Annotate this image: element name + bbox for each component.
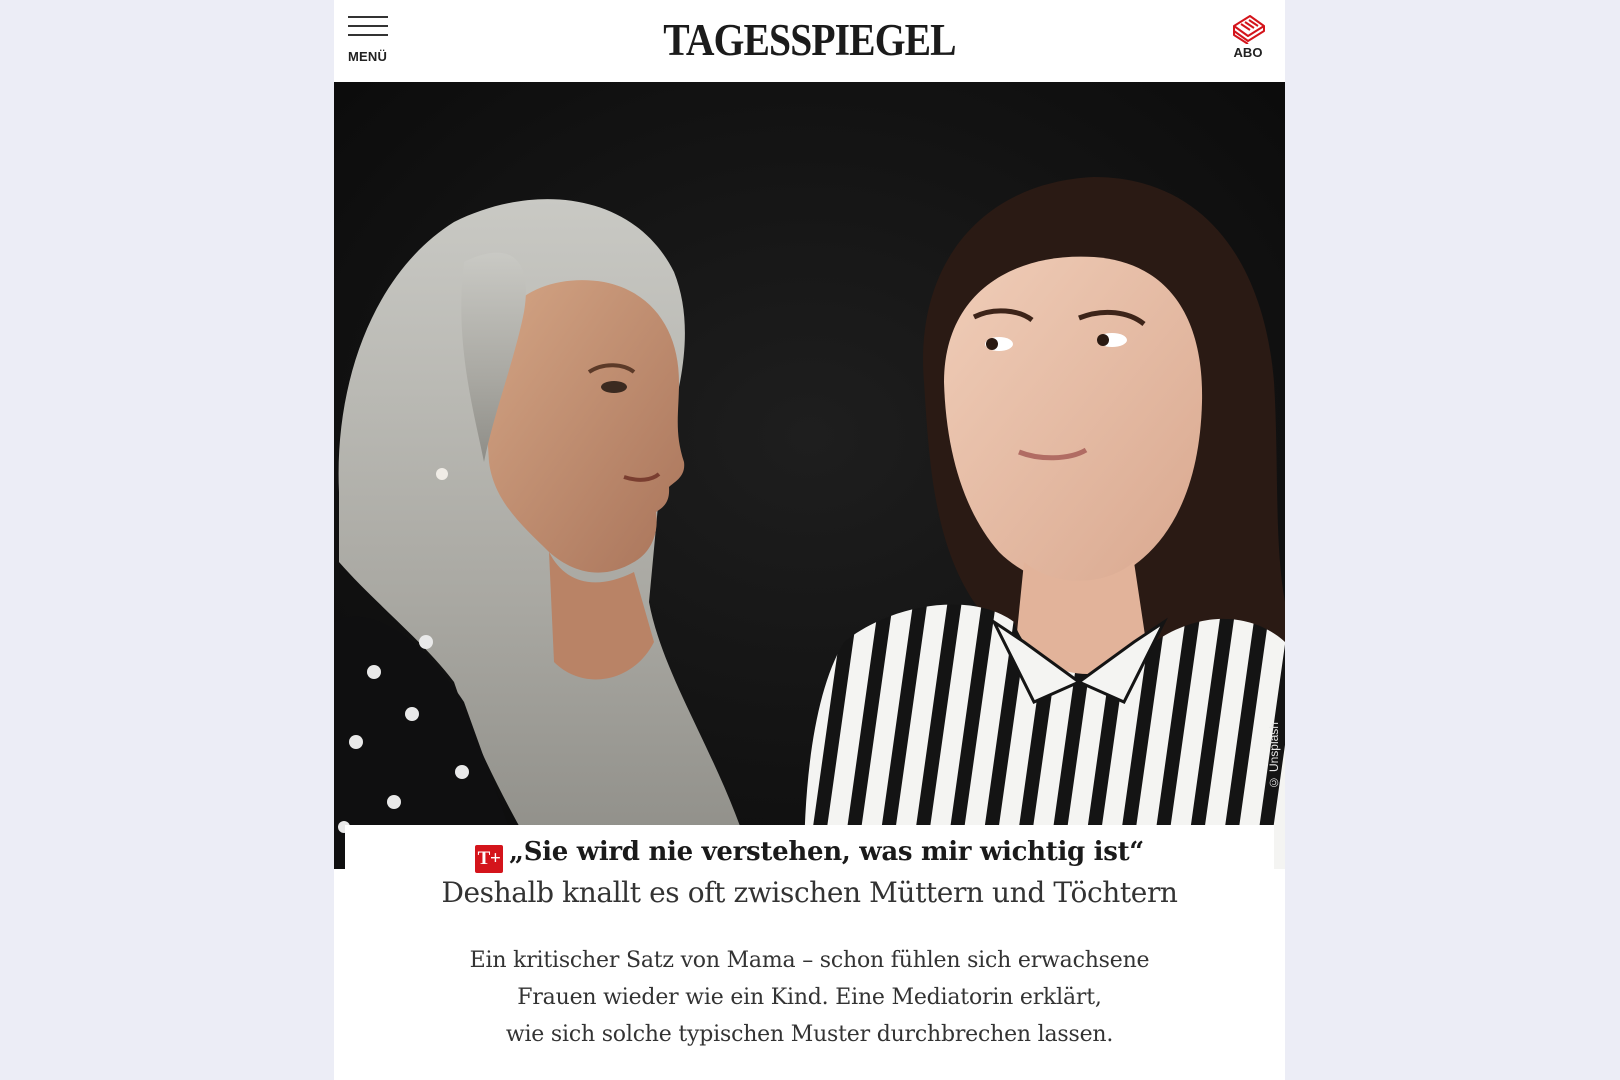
hero-photo-mother-and-daughter bbox=[334, 82, 1285, 869]
site-header: MENÜ TAGESSPIEGEL ABO bbox=[334, 0, 1285, 82]
teaser-line: Ein kritischer Satz von Mama – schon füh… bbox=[469, 948, 1150, 973]
abo-label: ABO bbox=[1233, 45, 1263, 60]
teaser-line: Frauen wieder wie ein Kind. Eine Mediato… bbox=[517, 985, 1102, 1010]
hero-image[interactable]: © Unsplash bbox=[334, 82, 1285, 869]
menu-button[interactable]: MENÜ bbox=[348, 16, 390, 66]
article-subheadline[interactable]: Deshalb knallt es oft zwischen Müttern u… bbox=[345, 876, 1274, 909]
teaser-line: wie sich solche typischen Muster durchbr… bbox=[505, 1022, 1114, 1047]
site-logo[interactable]: TAGESSPIEGEL bbox=[391, 14, 1228, 66]
headline-text: „Sie wird nie verstehen, was mir wichtig… bbox=[509, 837, 1144, 867]
abo-button[interactable]: ABO bbox=[1225, 12, 1271, 68]
article-headline[interactable]: T+ „Sie wird nie verstehen, was mir wicht… bbox=[345, 837, 1274, 873]
article-teaser-card[interactable]: T+ „Sie wird nie verstehen, was mir wicht… bbox=[345, 825, 1274, 1080]
hamburger-icon bbox=[348, 16, 390, 36]
article-teaser: Ein kritischer Satz von Mama – schon füh… bbox=[345, 942, 1274, 1053]
tplus-badge-icon: T+ bbox=[475, 845, 504, 873]
page: MENÜ TAGESSPIEGEL ABO © Unsplash T+ „Sie… bbox=[334, 0, 1285, 1080]
newspaper-stack-icon bbox=[1233, 15, 1265, 44]
menu-label: MENÜ bbox=[348, 49, 388, 64]
image-credit: © Unsplash bbox=[1267, 722, 1281, 790]
